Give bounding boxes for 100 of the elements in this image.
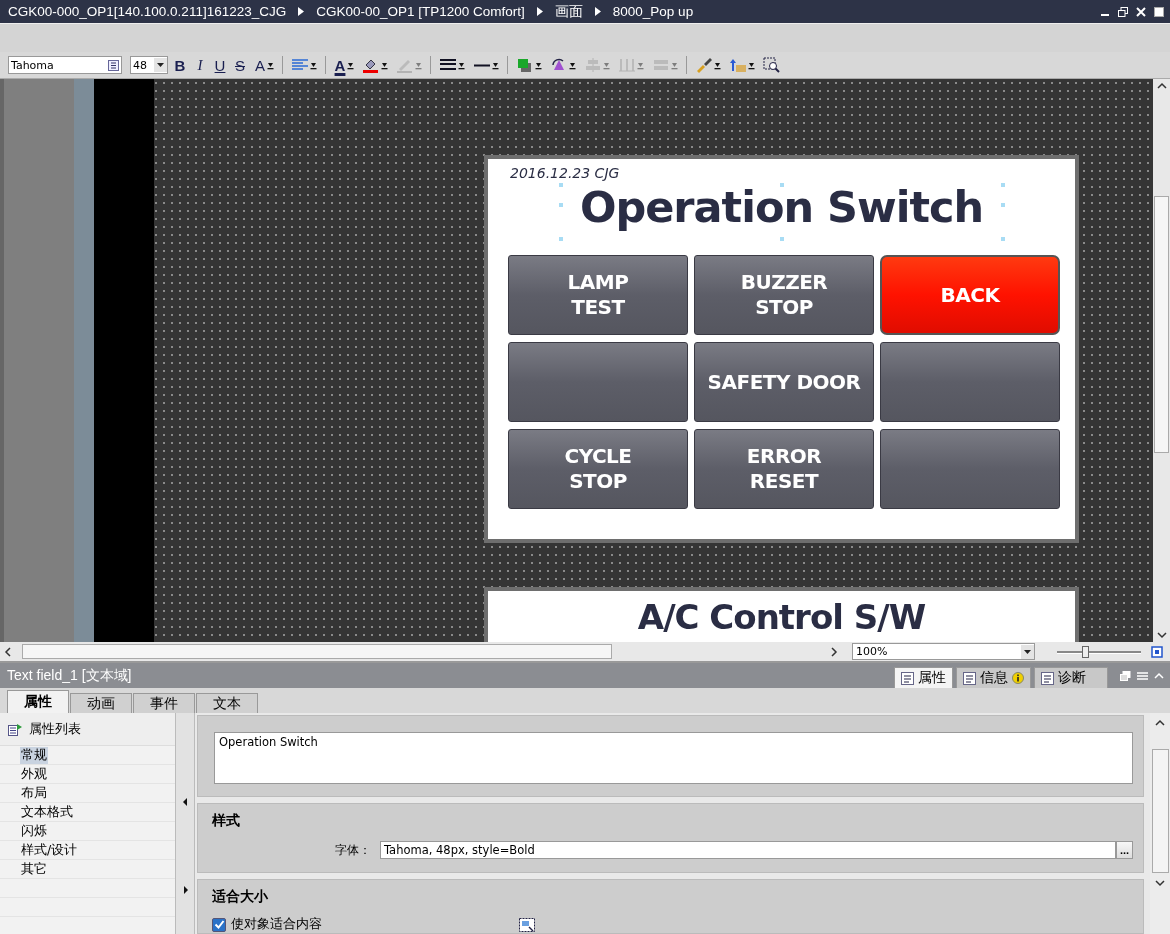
list-icon [8, 722, 23, 736]
dropdown-arrow-icon[interactable] [492, 60, 499, 70]
dropdown-arrow-icon[interactable] [714, 60, 721, 70]
selection-handle[interactable] [1000, 183, 1005, 187]
property-group-item[interactable]: 闪烁 [20, 822, 48, 840]
browse-button[interactable]: ... [1116, 841, 1133, 859]
restore-icon[interactable] [1118, 6, 1128, 17]
hmi-button[interactable]: LAMP TEST [508, 255, 688, 335]
selection-handle[interactable] [1000, 203, 1005, 207]
expand-right-icon[interactable] [182, 886, 188, 894]
hmi-button[interactable] [880, 429, 1060, 509]
screen-title[interactable]: Operation Switch [566, 181, 997, 233]
hmi-button[interactable] [508, 342, 688, 422]
toolbar-button[interactable]: I [192, 55, 208, 75]
layers-icon [516, 57, 534, 73]
font-name-field[interactable]: Tahoma [8, 56, 122, 74]
property-group-item[interactable]: 外观 [20, 765, 48, 783]
zoom-dropdown[interactable]: 100% [852, 643, 1035, 660]
selection-handle[interactable] [779, 183, 784, 187]
breadcrumb-item[interactable]: 8000_Pop up [612, 4, 694, 19]
inspector-tab[interactable]: 信息 [956, 667, 1031, 688]
panel-icon [963, 671, 976, 685]
brush-icon [695, 57, 713, 73]
property-group-item[interactable]: 样式/设计 [20, 841, 79, 859]
close-icon[interactable] [1136, 6, 1146, 17]
align-icon [584, 57, 602, 73]
inspector-tab[interactable]: 动画 [70, 693, 132, 713]
dropdown-arrow-icon[interactable] [310, 60, 317, 70]
font-size-dropdown[interactable]: 48 [130, 56, 168, 74]
dropdown-arrow-icon[interactable] [458, 60, 465, 70]
toolbar-button[interactable]: S [232, 55, 248, 75]
scroll-down-icon[interactable] [1155, 879, 1165, 887]
scroll-down-icon[interactable] [1156, 631, 1167, 639]
toolbar-button[interactable]: A [332, 55, 356, 75]
dropdown-arrow-icon[interactable] [347, 60, 354, 70]
slider-thumb[interactable] [1082, 645, 1090, 658]
hmi-button[interactable]: BUZZER STOP [694, 255, 874, 335]
toolbar-button[interactable]: A [252, 55, 276, 75]
breadcrumb-item[interactable]: CGK00-00_OP1 [TP1200 Comfort] [316, 4, 525, 19]
arrow-icon [729, 57, 747, 73]
property-group-item[interactable]: 常规 [20, 746, 48, 764]
section-title: 适合大小 [212, 887, 269, 906]
info-icon [1012, 672, 1024, 684]
inspector-tab[interactable]: 属性 [7, 690, 69, 713]
field-label: 字体： [335, 841, 372, 859]
fit-icon[interactable] [1151, 645, 1163, 658]
scroll-right-icon[interactable] [830, 646, 838, 657]
fit-content-icon[interactable] [519, 917, 535, 932]
hmi-button[interactable]: CYCLE STOP [508, 429, 688, 509]
dropdown-arrow-icon[interactable] [381, 60, 388, 70]
dropdown-arrow-icon[interactable] [267, 60, 274, 70]
hmi-button[interactable]: ERROR RESET [694, 429, 874, 509]
property-group-item[interactable]: 文本格式 [20, 803, 74, 821]
float-window-icon[interactable] [1120, 670, 1131, 681]
checkbox[interactable] [212, 917, 226, 932]
text-input-field[interactable]: Operation Switch [214, 732, 1133, 784]
screen-title[interactable]: A/C Control S/W [637, 597, 926, 637]
collapse-icon[interactable] [1154, 671, 1164, 680]
panel-icon [1041, 671, 1054, 685]
list-title: 属性列表 [29, 720, 81, 738]
scroll-up-icon[interactable] [1156, 82, 1167, 90]
breadcrumb-arrow-icon [536, 7, 543, 16]
inspector-tab[interactable]: 诊断 [1034, 667, 1108, 688]
inspector-tab[interactable]: 文本 [196, 693, 258, 713]
distribute-icon [618, 57, 636, 73]
pen-icon [396, 57, 414, 73]
font-field[interactable]: Tahoma, 48px, style=Bold [380, 841, 1116, 859]
selection-handle[interactable] [779, 237, 784, 241]
dropdown-arrow-icon[interactable] [569, 60, 576, 70]
hmi-button[interactable]: SAFETY DOOR [694, 342, 874, 422]
line-icon [473, 63, 491, 67]
breadcrumb-item[interactable]: 画面 [554, 2, 583, 21]
scroll-left-icon[interactable] [4, 646, 12, 657]
list-icon [108, 59, 119, 71]
selection-handle[interactable] [558, 237, 563, 241]
dropdown-arrow-icon[interactable] [748, 60, 755, 70]
scroll-thumb[interactable] [22, 644, 612, 659]
scroll-up-icon[interactable] [1155, 719, 1165, 727]
hmi-button[interactable] [880, 342, 1060, 422]
menu-icon[interactable] [1137, 670, 1148, 681]
property-group-item[interactable]: 布局 [20, 784, 48, 802]
toolbar-button[interactable]: U [212, 55, 228, 75]
property-group-item[interactable]: 其它 [20, 860, 48, 878]
vertical-scrollbar[interactable] [1153, 79, 1170, 642]
collapse-left-icon[interactable] [182, 798, 188, 806]
scroll-thumb[interactable] [1151, 749, 1169, 873]
hmi-button[interactable]: BACK [880, 255, 1060, 335]
toolbar-button[interactable]: B [172, 55, 188, 75]
breadcrumb-item[interactable]: CGK00-000_OP1[140.100.0.211]161223_CJG [8, 4, 287, 19]
selection-handle[interactable] [1000, 237, 1005, 241]
breadcrumb-arrow-icon [594, 7, 601, 16]
dropdown-arrow-icon[interactable] [535, 60, 542, 70]
scroll-thumb[interactable] [1154, 196, 1169, 453]
selection-handle[interactable] [558, 183, 563, 187]
selection-handle[interactable] [558, 203, 563, 207]
align-text-icon [291, 57, 309, 73]
inspector-tab[interactable]: 事件 [133, 693, 195, 713]
section-title: 样式 [212, 811, 241, 830]
inspector-tab[interactable]: 属性 [894, 667, 953, 688]
paint-bucket-icon [362, 57, 380, 73]
